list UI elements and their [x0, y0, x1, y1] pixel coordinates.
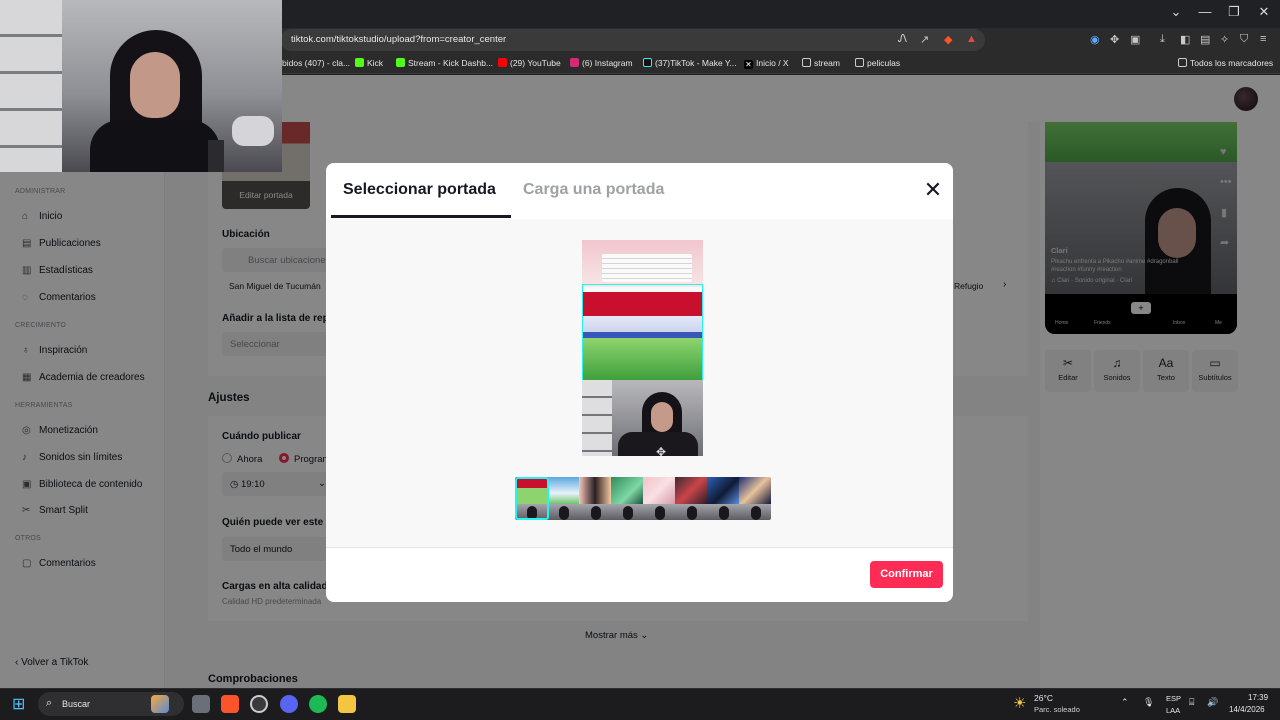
minimize-icon[interactable]: —	[1190, 4, 1220, 22]
folder-icon	[855, 58, 864, 67]
share-icon[interactable]: ↗	[920, 33, 929, 46]
frame-thumb[interactable]	[675, 477, 707, 520]
cover-person-face	[651, 402, 673, 432]
brave-icon[interactable]	[221, 695, 239, 713]
cover-editor: ✥	[326, 219, 953, 547]
weather-temp[interactable]: 26°C	[1034, 693, 1053, 703]
bookmark-item[interactable]: Stream - Kick Dashb...	[396, 58, 493, 68]
search-icon: ⌕	[46, 697, 53, 709]
confirm-button[interactable]: Confirmar	[870, 561, 943, 588]
file-explorer-icon[interactable]	[338, 695, 356, 713]
folder-icon	[802, 58, 811, 67]
wallet2-icon[interactable]: ▤	[1200, 33, 1210, 46]
weather-desc[interactable]: Parc. soleado	[1034, 705, 1080, 714]
network-icon[interactable]: ⌸	[1189, 697, 1194, 708]
microphone	[232, 116, 274, 146]
bookmark-item[interactable]: bidos (407) - cla...	[282, 58, 350, 68]
frame-thumb[interactable]	[739, 477, 771, 520]
frame-thumb[interactable]	[579, 477, 611, 520]
kick-icon	[396, 58, 405, 67]
bookmark-item[interactable]: Kick	[355, 58, 383, 68]
extensions-icon[interactable]: ✥	[1110, 33, 1119, 46]
cover-layer	[582, 380, 612, 456]
vpn-icon[interactable]: ⛉	[1240, 33, 1248, 46]
download-icon[interactable]: ⤓	[1160, 33, 1165, 46]
split-view-icon[interactable]: ◧	[1180, 33, 1190, 46]
close-icon[interactable]: ✕	[920, 177, 946, 203]
move-cursor-icon: ✥	[656, 445, 667, 459]
url-text[interactable]: tiktok.com/tiktokstudio/upload?from=crea…	[291, 34, 506, 45]
tiktok-icon	[643, 58, 652, 67]
cover-crop-frame[interactable]	[582, 284, 703, 380]
all-bookmarks-folder[interactable]: Todos los marcadores	[1178, 58, 1273, 68]
frame-thumb[interactable]	[707, 477, 739, 520]
tray-overflow-icon[interactable]: ⌃	[1121, 697, 1129, 708]
frame-selector-handle[interactable]	[515, 477, 549, 520]
volume-icon[interactable]: 🔊	[1207, 697, 1218, 708]
language-bottom[interactable]: LAA	[1166, 706, 1180, 715]
webcam-person-face	[130, 52, 180, 118]
microphone-arm	[208, 140, 224, 172]
task-view-icon[interactable]	[192, 695, 210, 713]
start-icon[interactable]: ⊞	[12, 694, 25, 714]
instagram-icon	[570, 58, 579, 67]
active-tab-indicator	[331, 215, 511, 218]
frame-thumb[interactable]	[611, 477, 643, 520]
spotify-icon[interactable]	[309, 695, 327, 713]
language-top[interactable]: ESP	[1166, 694, 1181, 703]
leo-ai-icon[interactable]: ✧	[1220, 33, 1229, 46]
restore-icon[interactable]: ❐	[1219, 4, 1249, 22]
webcam-overlay	[0, 0, 282, 172]
bookmark-item[interactable]: (37)TikTok - Make Y...	[643, 58, 737, 68]
bookmark-folder[interactable]: stream	[802, 58, 840, 68]
frame-strip[interactable]	[515, 477, 771, 520]
brave-shield-icon[interactable]: ◆	[944, 33, 952, 46]
bookmark-item[interactable]: (29) YouTube	[498, 58, 561, 68]
obs-icon[interactable]	[250, 695, 268, 713]
sidebar-panel-icon[interactable]: ▣	[1130, 33, 1140, 46]
cover-layer	[602, 254, 692, 282]
frame-thumb[interactable]	[643, 477, 675, 520]
modal-divider	[326, 547, 953, 548]
bookmark-folder[interactable]: peliculas	[855, 58, 900, 68]
bookmark-item[interactable]: (6) Instagram	[570, 58, 633, 68]
tab-list-icon[interactable]: ⌄	[1161, 4, 1191, 22]
clock-time[interactable]: 17:39	[1248, 693, 1268, 702]
widget-icon[interactable]	[151, 695, 169, 713]
brave-rewards-icon[interactable]: ▲	[966, 33, 977, 45]
tab-select-cover[interactable]: Seleccionar portada	[343, 181, 496, 199]
weather-icon[interactable]: ☀	[1013, 694, 1026, 712]
close-window-icon[interactable]: ✕	[1249, 4, 1279, 22]
youtube-icon	[498, 58, 507, 67]
clock-date[interactable]: 14/4/2026	[1229, 705, 1265, 714]
tab-upload-cover[interactable]: Carga una portada	[523, 181, 664, 199]
menu-icon[interactable]: ≡	[1260, 33, 1266, 45]
wallet-icon[interactable]: ◉	[1090, 33, 1100, 46]
bookmark-item[interactable]: ✕ Inicio / X	[744, 58, 789, 69]
frame-thumb[interactable]	[547, 477, 579, 520]
taskbar-search-text: Buscar	[62, 699, 91, 709]
discord-icon[interactable]	[280, 695, 298, 713]
reader-mode-icon[interactable]: Ꮑ	[898, 33, 907, 46]
kick-icon	[355, 58, 364, 67]
select-cover-modal: Seleccionar portada Carga una portada ✕ …	[326, 163, 953, 602]
x-icon: ✕	[744, 60, 753, 69]
webcam-shelf	[0, 0, 62, 172]
folder-icon	[1178, 58, 1187, 67]
microphone-icon[interactable]: 🎙	[1143, 697, 1154, 708]
webcam-person-body	[90, 120, 220, 172]
